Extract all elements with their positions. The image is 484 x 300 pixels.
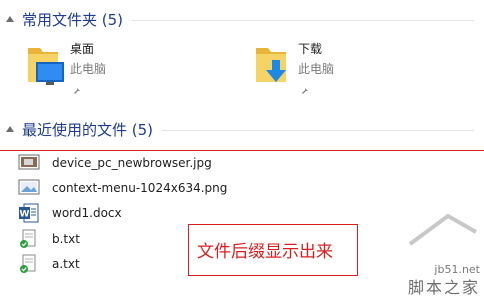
collapse-caret-icon[interactable] xyxy=(6,16,14,22)
file-name: b.txt xyxy=(52,232,80,246)
folder-tile-desktop[interactable]: 桌面 此电脑 xyxy=(26,40,226,94)
folder-name: 下载 xyxy=(298,42,323,56)
header-divider xyxy=(162,130,474,131)
file-name: device_pc_newbrowser.jpg xyxy=(52,156,212,170)
word-document-icon: W xyxy=(18,203,40,223)
svg-text:W: W xyxy=(20,210,30,220)
header-divider xyxy=(132,20,474,21)
file-name: a.txt xyxy=(52,257,80,271)
downloads-folder-icon xyxy=(254,42,294,90)
folder-tile-downloads[interactable]: 下载 此电脑 xyxy=(254,40,454,94)
image-file-icon xyxy=(18,153,40,173)
desktop-folder-icon xyxy=(26,42,66,90)
folder-name: 桌面 xyxy=(70,42,95,56)
text-file-icon xyxy=(18,229,40,249)
frequent-folders-title: 常用文件夹 (5) xyxy=(22,11,124,29)
text-file-icon xyxy=(18,254,40,274)
annotation-callout: 文件后缀显示出来 xyxy=(188,224,358,276)
watermark: jb51.net 脚本之家 xyxy=(354,200,484,300)
house-roof-icon xyxy=(408,212,478,250)
collapse-caret-icon[interactable] xyxy=(6,126,14,132)
image-file-icon xyxy=(18,178,40,198)
pin-icon xyxy=(300,80,310,99)
folder-location: 此电脑 xyxy=(70,62,107,76)
recent-files-header[interactable]: 最近使用的文件 (5) xyxy=(0,119,484,141)
recent-files-title: 最近使用的文件 (5) xyxy=(22,121,154,139)
file-row[interactable]: device_pc_newbrowser.jpg xyxy=(14,152,354,176)
file-row[interactable]: context-menu-1024x634.png xyxy=(14,177,354,201)
frequent-folders-header[interactable]: 常用文件夹 (5) xyxy=(0,9,484,31)
pin-icon xyxy=(72,80,82,99)
file-name: context-menu-1024x634.png xyxy=(52,181,228,195)
file-name: word1.docx xyxy=(52,206,122,220)
file-row[interactable]: W word1.docx xyxy=(14,202,354,226)
folder-location: 此电脑 xyxy=(298,62,335,76)
highlight-line xyxy=(0,150,484,151)
annotation-text: 文件后缀显示出来 xyxy=(197,242,333,262)
watermark-brand: 脚本之家 xyxy=(407,278,480,297)
